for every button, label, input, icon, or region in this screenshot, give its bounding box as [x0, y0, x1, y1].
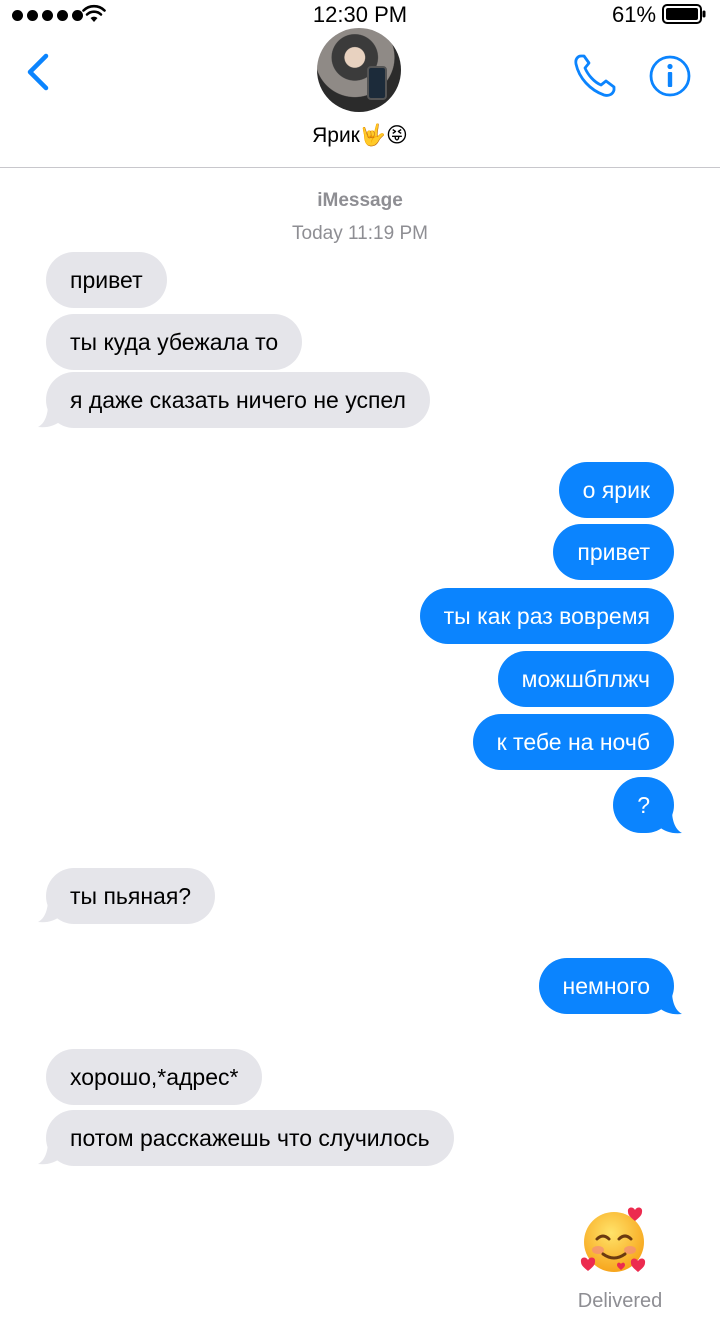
message-bubble-incoming[interactable]: ты пьяная?: [46, 868, 216, 924]
message-bubble-incoming[interactable]: потом расскажешь что случилось: [46, 1110, 454, 1166]
battery-percentage: 61%: [612, 2, 657, 27]
message-bubble-outgoing[interactable]: о ярик: [558, 462, 674, 518]
info-icon[interactable]: [648, 54, 692, 98]
message-bubble-incoming[interactable]: хорошо,*адрес*: [46, 1049, 263, 1105]
message-bubble-outgoing[interactable]: можшбплжч: [497, 651, 674, 707]
smiling-face-with-hearts-icon[interactable]: [578, 1204, 652, 1278]
phone-call-icon[interactable]: [572, 50, 618, 100]
message-bubble-outgoing[interactable]: немного: [538, 958, 674, 1014]
contact-name[interactable]: Ярик🤟😝: [0, 123, 720, 148]
message-bubble-incoming[interactable]: привет: [46, 252, 167, 308]
delivery-status: Delivered: [577, 1290, 663, 1312]
status-bar: 12:30 PM 61%: [0, 0, 720, 30]
message-bubble-incoming[interactable]: я даже сказать ничего не успел: [46, 372, 430, 428]
back-chevron-icon[interactable]: [20, 50, 60, 94]
battery-icon: [662, 4, 706, 24]
thread-timestamp: Today 11:19 PM: [292, 223, 428, 244]
service-label: iMessage: [317, 190, 403, 211]
message-bubble-outgoing[interactable]: привет: [553, 524, 674, 580]
conversation-header: Ярик🤟😝: [0, 28, 720, 168]
message-bubble-incoming[interactable]: ты куда убежала то: [46, 314, 303, 370]
message-bubble-outgoing[interactable]: ?: [613, 777, 674, 833]
contact-avatar[interactable]: [317, 28, 401, 112]
message-bubble-outgoing[interactable]: ты как раз вовремя: [419, 588, 674, 644]
message-bubble-outgoing[interactable]: к тебе на ночб: [472, 714, 674, 770]
